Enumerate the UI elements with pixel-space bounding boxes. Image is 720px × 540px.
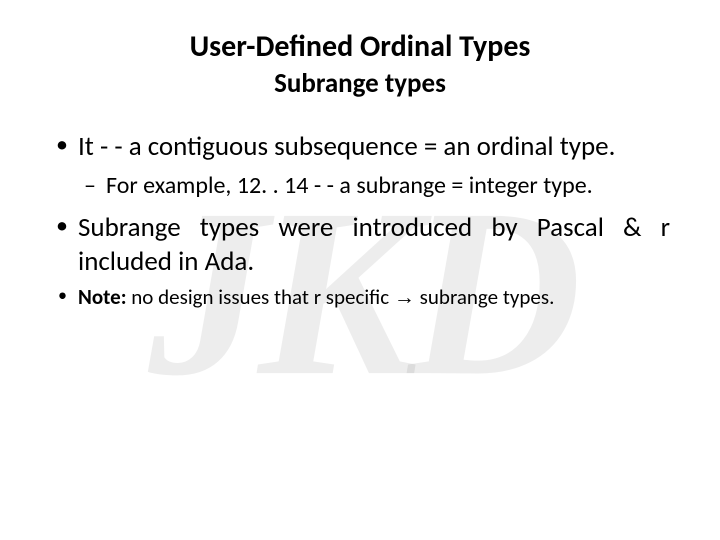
note-item: Note: no design issues that r specific →… [50, 284, 670, 311]
bullet-list: It - - a contiguous subsequence = an ord… [50, 130, 670, 312]
note-tail: subrange types. [415, 284, 554, 310]
arrow-icon: → [394, 286, 415, 309]
slide-subtitle: Subrange types [50, 67, 670, 100]
note-text: no design issues that r specific [127, 284, 394, 310]
bullet-item: It - - a contiguous subsequence = an ord… [50, 130, 670, 164]
bullet-item: Subrange types were introduced by Pascal… [50, 211, 670, 279]
sub-bullet-item: For example, 12. . 14 - - a subrange = i… [50, 170, 670, 201]
slide-content: User-Defined Ordinal Types Subrange type… [0, 0, 720, 312]
slide-title: User-Defined Ordinal Types [50, 28, 670, 65]
note-label: Note: [78, 284, 127, 310]
